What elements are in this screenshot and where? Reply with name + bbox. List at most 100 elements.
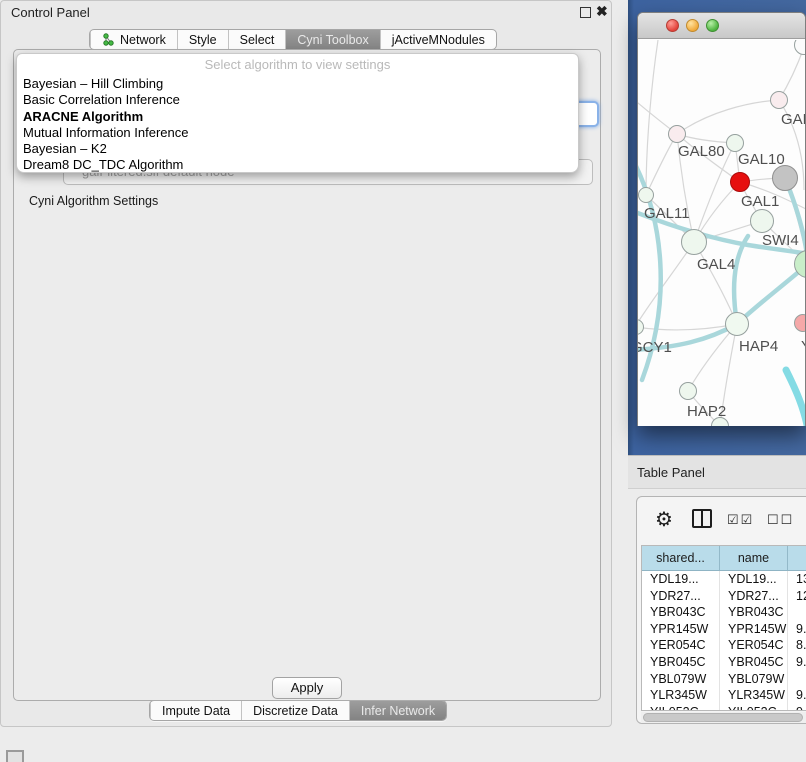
- cell-name: YIL052C: [720, 704, 788, 711]
- cell-value: 12: [788, 588, 806, 605]
- cell-name: YPR145W: [720, 621, 788, 638]
- cell-shared-name: YDL19...: [642, 571, 720, 588]
- tab-label: jActiveMNodules: [392, 33, 485, 47]
- algorithm-option[interactable]: Bayesian – K2: [17, 141, 578, 157]
- settings-group-title: Cyni Algorithm Settings: [25, 194, 162, 208]
- network-node-label: SWI4: [762, 232, 799, 249]
- cell-name: YDL19...: [720, 571, 788, 588]
- bottom-tab-label: Discretize Data: [253, 704, 338, 718]
- control-panel-window: Control Panel ✖ Network: [0, 0, 612, 727]
- cell-shared-name: YBL079W: [642, 671, 720, 688]
- table-panel-titlebar: Table Panel: [628, 455, 806, 489]
- bottom-tab[interactable]: Impute Data: [150, 701, 241, 720]
- table-rows: YDL19... YDL19... 13 YDR27... YDR27... 1…: [642, 571, 806, 711]
- network-node[interactable]: [681, 229, 707, 255]
- control-panel-title: Control Panel: [11, 5, 90, 20]
- bottom-tabs: Impute Data Discretize Data Infer Networ…: [149, 700, 447, 721]
- network-node-label: HAP4: [739, 338, 778, 355]
- table-row[interactable]: YBL079W YBL079W: [642, 671, 806, 688]
- tab-label: Cyni Toolbox: [297, 33, 368, 47]
- cell-shared-name: YLR345W: [642, 687, 720, 704]
- network-node-label: GCY1: [638, 339, 672, 356]
- network-node[interactable]: [679, 382, 697, 400]
- network-node[interactable]: [770, 91, 788, 109]
- control-panel-tabs: Network Style Select Cyni Toolbox jActiv…: [89, 29, 497, 50]
- checked-boxes-icon[interactable]: ☑☑: [727, 512, 754, 528]
- control-panel-titlebar: Control Panel ✖: [1, 1, 611, 25]
- bottom-tab-label: Infer Network: [361, 704, 435, 718]
- table-row[interactable]: YLR345W YLR345W 9.: [642, 687, 806, 704]
- table-row[interactable]: YBR045C YBR045C 9.: [642, 654, 806, 671]
- tab-label: Style: [189, 33, 217, 47]
- cell-shared-name: YDR27...: [642, 588, 720, 605]
- cell-value: 9: [788, 704, 806, 711]
- cell-name: YER054C: [720, 637, 788, 654]
- cell-value: 8.: [788, 637, 806, 654]
- algorithm-option[interactable]: Basic Correlation Inference: [17, 92, 578, 108]
- table-row[interactable]: YER054C YER054C 8.: [642, 637, 806, 654]
- table-row[interactable]: YDL19... YDL19... 13: [642, 571, 806, 588]
- cell-name: YDR27...: [720, 588, 788, 605]
- algorithm-option[interactable]: Bayesian – Hill Climbing: [17, 76, 578, 92]
- desktop-background: GALGAL80GAL10GAL1GAL11GAL4SWI4GCY1HAP4YH…: [628, 0, 806, 455]
- tab-label: Select: [240, 33, 275, 47]
- network-node-label: Y: [801, 338, 805, 355]
- column-header[interactable]: [788, 546, 806, 570]
- tab-label: Network: [120, 33, 166, 47]
- algorithm-option[interactable]: Dream8 DC_TDC Algorithm: [17, 157, 578, 173]
- cell-name: YBL079W: [720, 671, 788, 688]
- bottom-tab-label: Impute Data: [162, 704, 230, 718]
- column-header[interactable]: shared...: [642, 546, 720, 570]
- network-node[interactable]: [638, 187, 654, 203]
- column-header[interactable]: name: [720, 546, 788, 570]
- apply-button[interactable]: Apply: [272, 677, 342, 699]
- network-node-label: GAL11: [644, 205, 690, 222]
- zoom-traffic-light-icon[interactable]: [706, 19, 719, 32]
- table-row[interactable]: YDR27... YDR27... 12: [642, 588, 806, 605]
- docked-panel-icon[interactable]: [6, 750, 24, 762]
- close-icon[interactable]: ✖: [596, 3, 608, 20]
- cell-shared-name: YBR045C: [642, 654, 720, 671]
- table-toolbar: ⚙ ☑☑ ☐☐: [637, 497, 806, 543]
- network-node[interactable]: [725, 312, 749, 336]
- network-node-label: GAL1: [741, 193, 779, 210]
- tab[interactable]: Select: [228, 30, 286, 49]
- network-node-label: GAL10: [738, 151, 785, 168]
- cell-value: 9.: [788, 654, 806, 671]
- gear-icon[interactable]: ⚙: [655, 507, 673, 532]
- cell-name: YLR345W: [720, 687, 788, 704]
- network-canvas[interactable]: GALGAL80GAL10GAL1GAL11GAL4SWI4GCY1HAP4YH…: [638, 40, 805, 426]
- unchecked-boxes-icon[interactable]: ☐☐: [767, 512, 794, 528]
- tab[interactable]: jActiveMNodules: [380, 30, 496, 49]
- network-node[interactable]: [750, 209, 774, 233]
- cell-value: 13: [788, 571, 806, 588]
- cell-name: YBR045C: [720, 654, 788, 671]
- minimize-traffic-light-icon[interactable]: [686, 19, 699, 32]
- network-node[interactable]: [794, 314, 805, 332]
- tab[interactable]: Cyni Toolbox: [285, 30, 379, 49]
- network-node[interactable]: [668, 125, 686, 143]
- algorithm-option[interactable]: Mutual Information Inference: [17, 125, 578, 141]
- table-panel-inner: ⚙ ☑☑ ☐☐ shared... name YDL19... YDL19...…: [636, 496, 806, 724]
- tab[interactable]: Style: [177, 30, 228, 49]
- cell-shared-name: YBR043C: [642, 604, 720, 621]
- network-node-label: GAL80: [678, 143, 725, 160]
- algorithm-option[interactable]: ARACNE Algorithm: [17, 109, 578, 125]
- cell-value: [788, 604, 806, 621]
- algorithm-dropdown-list: Bayesian – Hill Climbing Basic Correlati…: [17, 76, 578, 174]
- columns-icon[interactable]: [692, 509, 712, 528]
- bottom-tab[interactable]: Discretize Data: [241, 701, 349, 720]
- table-row[interactable]: YBR043C YBR043C: [642, 604, 806, 621]
- network-node[interactable]: [726, 134, 744, 152]
- table-panel-body: ⚙ ☑☑ ☐☐ shared... name YDL19... YDL19...…: [628, 489, 806, 762]
- network-node[interactable]: [730, 172, 750, 192]
- close-traffic-light-icon[interactable]: [666, 19, 679, 32]
- tab[interactable]: Network: [90, 30, 177, 49]
- table-row[interactable]: YPR145W YPR145W 9.: [642, 621, 806, 638]
- bottom-tab[interactable]: Infer Network: [349, 701, 446, 720]
- table-horizontal-scrollbar[interactable]: [641, 712, 806, 723]
- table-row[interactable]: YIL052C YIL052C 9: [642, 704, 806, 711]
- network-icon: [102, 33, 115, 46]
- float-window-icon[interactable]: [580, 7, 591, 18]
- network-node[interactable]: [772, 165, 798, 191]
